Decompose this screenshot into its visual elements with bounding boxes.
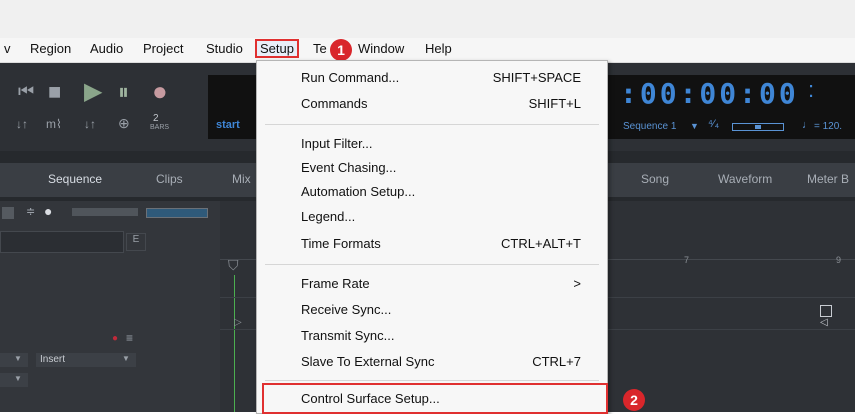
menu-item-time-formats[interactable]: Time Formats CTRL+ALT+T (257, 233, 607, 255)
track-list-panel: ≑ ● E ● ≡ ▼ Insert ▼ ▼ (0, 201, 220, 412)
menu-item-shortcut: SHIFT+SPACE (492, 70, 581, 85)
menu-project[interactable]: Project (143, 41, 183, 56)
dropdown-arrow-icon: ▼ (14, 374, 22, 383)
menu-item-receive-sync[interactable]: Receive Sync... (257, 299, 607, 321)
metronome-icon[interactable]: ⊕ (118, 115, 130, 132)
track-start-marker: ▷ (234, 317, 242, 328)
menu-audio[interactable]: Audio (90, 41, 123, 56)
menu-setup[interactable]: Setup (255, 39, 299, 58)
stop-icon[interactable]: ■ (48, 79, 61, 105)
track-toggle[interactable] (2, 207, 14, 219)
pause-icon[interactable]: ⏸ (118, 79, 129, 105)
menu-item-shortcut: CTRL+7 (532, 354, 581, 369)
track-end-marker: ◁ (820, 317, 828, 328)
rewind-icon[interactable]: ⏮ (18, 81, 34, 102)
menu-item-legend[interactable]: Legend... (257, 206, 607, 228)
menu-separator (265, 124, 599, 125)
time-signature-icon: ⁴⁄₄ (708, 118, 720, 130)
start-label: start (216, 119, 240, 131)
setup-menu: Run Command... SHIFT+SPACE Commands SHIF… (256, 60, 608, 414)
volume-knob-icon[interactable]: ● (44, 203, 52, 219)
menu-item-label: Time Formats (301, 236, 381, 251)
bars-label: BARS (150, 124, 170, 131)
step-badge-2: 2 (623, 389, 645, 411)
dropdown-arrow-icon: ▼ (122, 354, 130, 363)
step-badge-1: 1 (330, 39, 352, 61)
playhead[interactable] (234, 275, 235, 412)
menu-item-shortcut: CTRL+ALT+T (501, 236, 581, 251)
e-button[interactable]: E (126, 233, 146, 251)
tempo-slider-thumb[interactable] (755, 125, 761, 129)
menu-item-frame-rate[interactable]: Frame Rate > (257, 273, 607, 295)
menu-item-commands[interactable]: Commands SHIFT+L (257, 93, 607, 115)
insert-label: Insert (40, 354, 66, 365)
input-dropdown[interactable]: ▼ (0, 353, 28, 367)
highlight-control-surface-setup (262, 383, 608, 414)
menu-item-shortcut: SHIFT+L (528, 96, 581, 111)
menu-item-automation-setup[interactable]: Automation Setup... (257, 181, 607, 203)
menu-item-transmit-sync[interactable]: Transmit Sync... (257, 325, 607, 347)
note-icon: ♩ (802, 119, 813, 131)
menu-window[interactable]: Window (358, 41, 404, 56)
menu-item-event-chasing[interactable]: Event Chasing... (257, 157, 607, 179)
time-counter: :00:00:00 (620, 77, 799, 110)
locator-icon[interactable]: ⛉ (228, 257, 239, 274)
menu-item-slave-external-sync[interactable]: Slave To External Sync CTRL+7 (257, 351, 607, 373)
ruler-bar-7: 7 (684, 255, 690, 265)
tab-meter[interactable]: Meter B (807, 172, 849, 186)
track-menu-icon[interactable]: ≡ (126, 331, 133, 345)
submenu-arrow-icon: > (573, 276, 581, 291)
menu-separator (265, 380, 599, 381)
record-icon[interactable]: ● (152, 76, 168, 107)
menu-item-label: Automation Setup... (301, 184, 416, 199)
menu-view[interactable]: v (4, 41, 11, 56)
menu-item-label: Commands (301, 96, 368, 111)
track-name-field[interactable] (0, 231, 124, 253)
menu-item-label: Legend... (301, 209, 356, 224)
menu-item-label: Frame Rate (301, 276, 370, 291)
counter-format-toggle[interactable]: : (808, 77, 814, 103)
browser-top-band (0, 0, 855, 38)
tempo-slider[interactable] (732, 123, 784, 131)
menu-studio[interactable]: Studio (206, 41, 243, 56)
mix-mode-icon[interactable]: m⌇ (46, 117, 62, 131)
menu-tools[interactable]: Te (313, 41, 327, 56)
punch-icon[interactable]: ↓↑ (84, 117, 96, 131)
loop-icon[interactable]: ↓↑ (16, 117, 28, 131)
tab-mix[interactable]: Mix (232, 172, 251, 186)
tab-waveform[interactable]: Waveform (718, 172, 772, 186)
sequence-dropdown-icon[interactable]: ▼ (690, 121, 699, 131)
menu-item-label: Input Filter... (301, 136, 373, 151)
record-arm-icon[interactable]: ● (112, 333, 118, 344)
play-icon[interactable]: ▶ (84, 77, 102, 106)
menu-separator (265, 264, 599, 265)
menu-help[interactable]: Help (425, 41, 452, 56)
tab-sequence[interactable]: Sequence (48, 172, 102, 186)
menu-item-label: Receive Sync... (301, 302, 392, 317)
menu-item-run-command[interactable]: Run Command... SHIFT+SPACE (257, 67, 607, 89)
loop-marker[interactable] (820, 305, 832, 317)
menu-item-label: Run Command... (301, 70, 400, 85)
output-dropdown[interactable]: ▼ (0, 373, 28, 387)
sequence-selector[interactable]: Sequence 1 (623, 121, 676, 132)
tab-song[interactable]: Song (641, 172, 669, 186)
menu-item-label: Event Chasing... (301, 160, 397, 175)
menu-item-label: Transmit Sync... (301, 328, 395, 343)
tempo-value[interactable]: = 120. (814, 121, 842, 132)
bars-count: 2 (153, 113, 159, 124)
dropdown-arrow-icon: ▼ (14, 354, 22, 363)
fader[interactable] (146, 208, 208, 218)
stepper-icon[interactable]: ≑ (26, 205, 35, 218)
ruler-bar-9: 9 (836, 255, 842, 265)
menu-item-label: Slave To External Sync (301, 354, 435, 369)
level-meter (72, 208, 138, 216)
menu-region[interactable]: Region (30, 41, 71, 56)
menu-item-input-filter[interactable]: Input Filter... (257, 133, 607, 155)
tab-clips[interactable]: Clips (156, 172, 183, 186)
insert-dropdown[interactable]: Insert ▼ (36, 353, 136, 367)
